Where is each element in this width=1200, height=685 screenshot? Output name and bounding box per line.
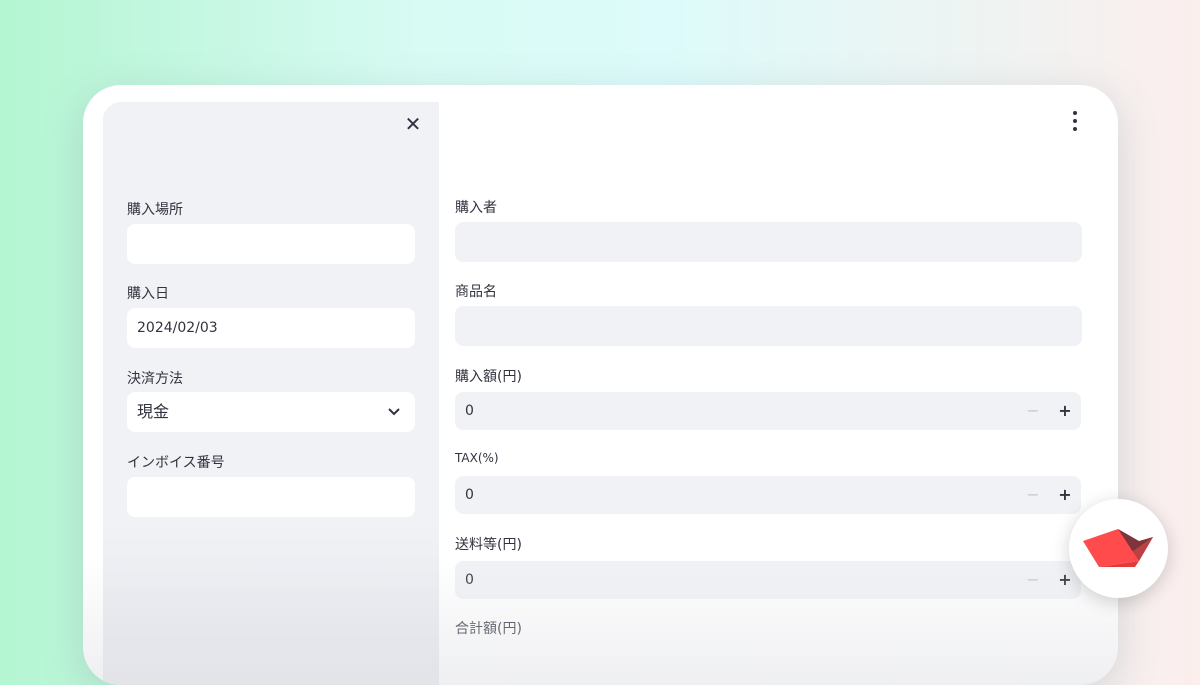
main-area: 購入者 商品名 購入額(円) 0 − + TAX(%) 0 − + 送料等(円)… [439, 85, 1118, 685]
buyer-input[interactable] [455, 222, 1082, 262]
purchase-place-input[interactable] [127, 224, 415, 264]
invoice-number-label: インボイス番号 [127, 455, 225, 471]
shipping-number-input[interactable]: 0 − + [455, 561, 1081, 599]
plus-icon[interactable]: + [1049, 392, 1081, 430]
purchase-date-input[interactable]: 2024/02/03 [127, 308, 415, 348]
purchase-date-label: 購入日 [127, 286, 169, 302]
minus-icon[interactable]: − [1017, 392, 1049, 430]
shipping-label: 送料等(円) [455, 537, 522, 553]
amount-value: 0 [465, 403, 474, 419]
product-label: 商品名 [455, 284, 497, 300]
product-input[interactable] [455, 306, 1082, 346]
total-label: 合計額(円) [455, 621, 522, 637]
amount-stepper: − + [1017, 392, 1081, 430]
sidebar: ✕ 購入場所 購入日 2024/02/03 決済方法 現金 インボイス番号 [103, 102, 439, 685]
streamlit-logo [1069, 499, 1168, 598]
tax-number-input[interactable]: 0 − + [455, 476, 1081, 514]
tax-label: TAX(%) [455, 451, 499, 465]
payment-method-value: 現金 [137, 402, 170, 421]
purchase-place-label: 購入場所 [127, 202, 183, 218]
tax-value: 0 [465, 487, 474, 503]
minus-icon[interactable]: − [1017, 476, 1049, 514]
amount-number-input[interactable]: 0 − + [455, 392, 1081, 430]
invoice-number-input[interactable] [127, 477, 415, 517]
app-window: ✕ 購入場所 購入日 2024/02/03 決済方法 現金 インボイス番号 購入… [83, 85, 1118, 685]
purchase-date-value: 2024/02/03 [137, 320, 218, 336]
payment-method-label: 決済方法 [127, 371, 183, 387]
minus-icon[interactable]: − [1017, 561, 1049, 599]
close-icon[interactable]: ✕ [403, 114, 423, 134]
buyer-label: 購入者 [455, 200, 497, 216]
chevron-down-icon [387, 392, 401, 448]
amount-label: 購入額(円) [455, 369, 522, 385]
shipping-value: 0 [465, 572, 474, 588]
kebab-menu-icon[interactable] [1070, 111, 1080, 131]
payment-method-select[interactable]: 現金 [127, 392, 415, 432]
